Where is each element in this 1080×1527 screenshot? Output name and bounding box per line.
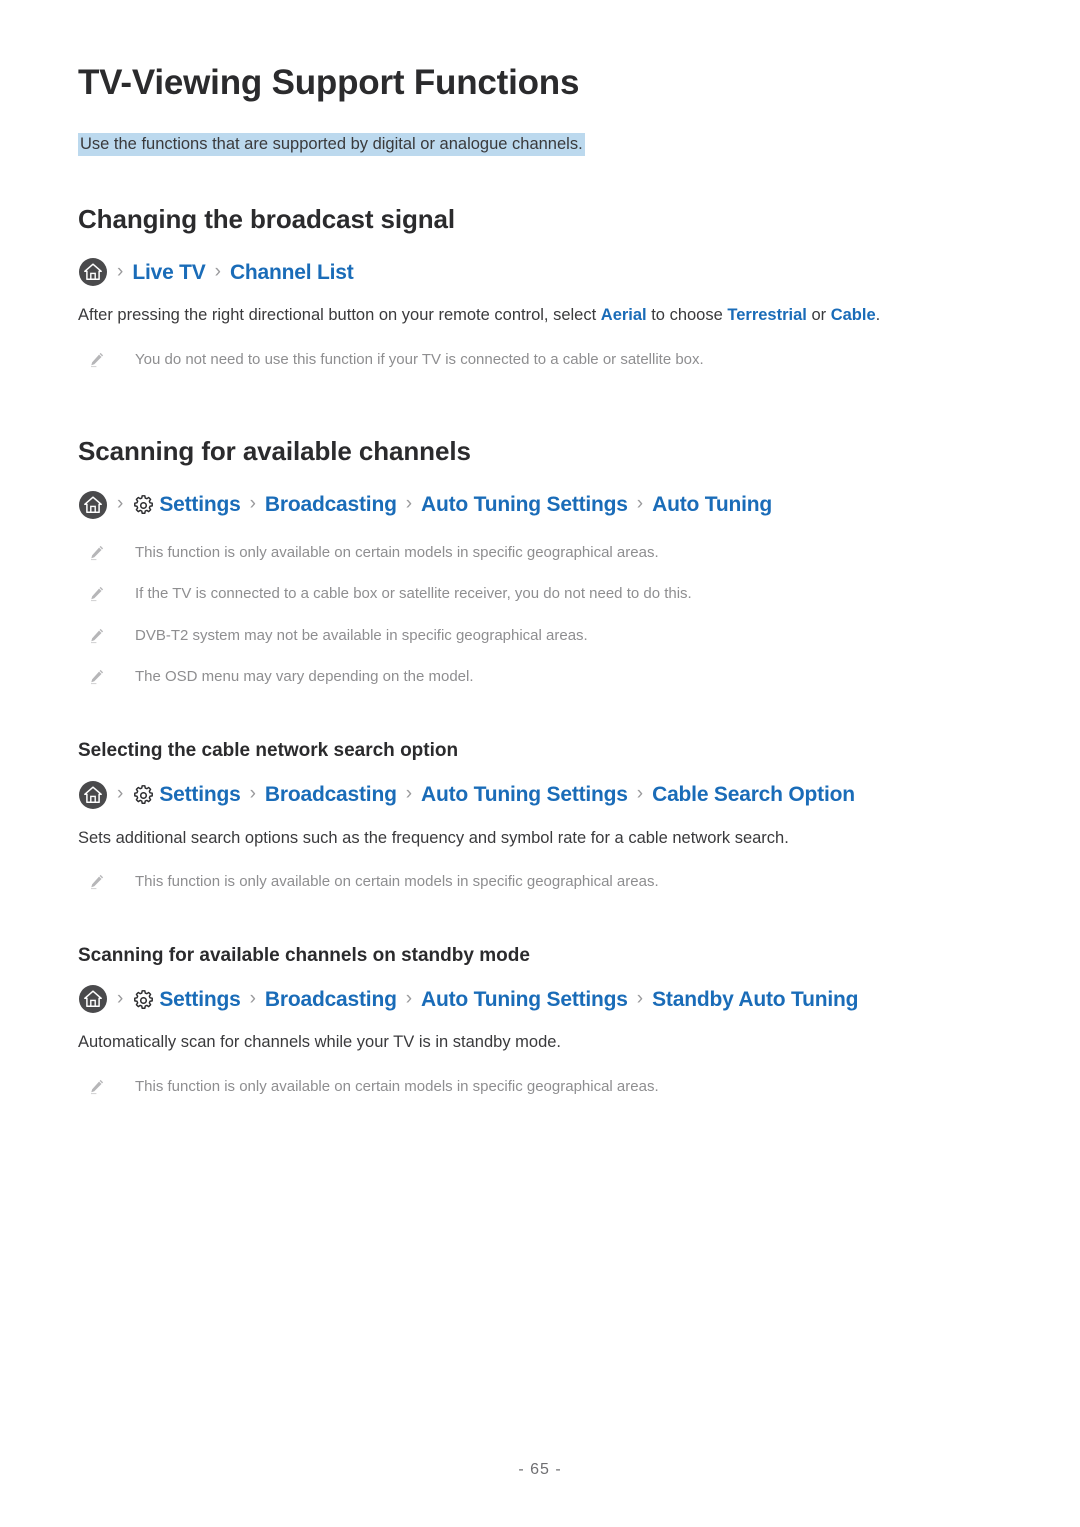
- document-page: TV-Viewing Support Functions Use the fun…: [0, 0, 1080, 1527]
- gear-icon: [132, 784, 155, 807]
- subsection-standby-mode-scanning: Scanning for available channels on stand…: [78, 944, 1002, 1105]
- pencil-icon: [88, 668, 105, 685]
- breadcrumb-separator: ›: [249, 987, 256, 1009]
- note-text: The OSD menu may vary depending on the m…: [135, 668, 474, 686]
- breadcrumb-separator: ›: [249, 783, 256, 805]
- breadcrumb-label-settings[interactable]: Settings: [159, 989, 240, 1010]
- list-item: This function is only available on certa…: [78, 865, 1002, 900]
- section-heading: Scanning for available channels: [78, 436, 471, 467]
- breadcrumb-item-auto-tuning[interactable]: Auto Tuning: [652, 494, 772, 515]
- list-item: The OSD menu may vary depending on the m…: [78, 660, 1002, 695]
- breadcrumb-item-broadcasting[interactable]: Broadcasting: [265, 989, 397, 1010]
- lead-paragraph: Use the functions that are supported by …: [78, 133, 585, 156]
- paragraph-text-part: or: [806, 306, 831, 325]
- list-item: This function is only available on certa…: [78, 536, 1002, 571]
- list-item: This function is only available on certa…: [78, 1070, 1002, 1105]
- home-icon[interactable]: [78, 257, 108, 287]
- inline-link-aerial[interactable]: Aerial: [601, 306, 647, 324]
- lead-paragraph-wrapper: Use the functions that are supported by …: [78, 130, 1002, 159]
- home-icon[interactable]: [78, 490, 108, 520]
- note-list: You do not need to use this function if …: [78, 343, 1002, 378]
- breadcrumb[interactable]: › Settings › Broadcasting › Auto Tuning …: [78, 490, 1002, 520]
- breadcrumb-separator: ›: [636, 783, 644, 805]
- section-heading: Changing the broadcast signal: [78, 203, 456, 234]
- page-number: - 65 -: [518, 1461, 562, 1478]
- pencil-icon: [88, 351, 105, 368]
- breadcrumb[interactable]: › Live TV › Channel List: [78, 257, 1002, 287]
- breadcrumb-item-auto-tuning-settings[interactable]: Auto Tuning Settings: [421, 784, 628, 805]
- breadcrumb-item-cable-search-option[interactable]: Cable Search Option: [652, 784, 855, 805]
- pencil-icon: [88, 627, 105, 644]
- breadcrumb-separator: ›: [405, 493, 413, 515]
- inline-link-terrestrial[interactable]: Terrestrial: [727, 306, 807, 324]
- pencil-icon: [88, 544, 105, 561]
- section-changing-broadcast-signal: Changing the broadcast signal › Live TV …: [78, 203, 1002, 378]
- note-text: You do not need to use this function if …: [135, 350, 704, 368]
- section-paragraph: After pressing the right directional but…: [78, 303, 1002, 329]
- subsection-heading: Scanning for available channels on stand…: [78, 944, 530, 966]
- breadcrumb-label-settings[interactable]: Settings: [159, 494, 240, 515]
- note-text: This function is only available on certa…: [135, 1077, 659, 1095]
- breadcrumb-separator: ›: [636, 493, 644, 515]
- gear-icon: [132, 494, 155, 517]
- list-item: If the TV is connected to a cable box or…: [78, 577, 1002, 612]
- paragraph-text-part: to choose: [646, 306, 728, 325]
- breadcrumb-item-auto-tuning-settings[interactable]: Auto Tuning Settings: [421, 989, 628, 1010]
- paragraph-text-part: After pressing the right directional but…: [78, 306, 601, 325]
- note-list: This function is only available on certa…: [78, 536, 1002, 695]
- note-text: If the TV is connected to a cable box or…: [135, 585, 692, 603]
- note-list: This function is only available on certa…: [78, 865, 1002, 900]
- breadcrumb-separator: ›: [117, 987, 124, 1009]
- note-text: This function is only available on certa…: [135, 543, 659, 561]
- note-list: This function is only available on certa…: [78, 1070, 1002, 1105]
- breadcrumb-item-settings[interactable]: Settings: [132, 493, 241, 517]
- list-item: You do not need to use this function if …: [78, 343, 1002, 378]
- breadcrumb-item-channel-list[interactable]: Channel List: [230, 262, 354, 283]
- subsection-paragraph: Sets additional search options such as t…: [78, 828, 789, 847]
- breadcrumb-item-settings[interactable]: Settings: [132, 783, 241, 807]
- pencil-icon: [88, 585, 105, 602]
- breadcrumb[interactable]: › Settings › Broadcasting › Auto Tuning …: [78, 984, 1002, 1014]
- section-scanning-available-channels: Scanning for available channels › Settin…: [78, 435, 1002, 695]
- breadcrumb-separator: ›: [249, 493, 256, 515]
- note-text: This function is only available on certa…: [135, 873, 659, 891]
- pencil-icon: [88, 1078, 105, 1095]
- breadcrumb-item-standby-auto-tuning[interactable]: Standby Auto Tuning: [652, 989, 858, 1010]
- list-item: DVB-T2 system may not be available in sp…: [78, 619, 1002, 654]
- breadcrumb-item-broadcasting[interactable]: Broadcasting: [265, 494, 397, 515]
- gear-icon: [132, 989, 155, 1012]
- home-icon[interactable]: [78, 984, 108, 1014]
- inline-link-cable[interactable]: Cable: [831, 306, 876, 324]
- subsection-paragraph: Automatically scan for channels while yo…: [78, 1033, 562, 1052]
- breadcrumb[interactable]: › Settings › Broadcasting › Auto Tuning …: [78, 780, 1002, 810]
- breadcrumb-item-live-tv[interactable]: Live TV: [132, 262, 205, 283]
- paragraph-text-part: .: [875, 306, 881, 325]
- breadcrumb-label-settings[interactable]: Settings: [159, 784, 240, 805]
- page-title: TV-Viewing Support Functions: [78, 63, 580, 102]
- breadcrumb-item-auto-tuning-settings[interactable]: Auto Tuning Settings: [421, 494, 628, 515]
- breadcrumb-separator: ›: [636, 987, 644, 1009]
- breadcrumb-separator: ›: [117, 260, 124, 282]
- breadcrumb-item-broadcasting[interactable]: Broadcasting: [265, 784, 397, 805]
- breadcrumb-item-settings[interactable]: Settings: [132, 988, 241, 1012]
- breadcrumb-separator: ›: [405, 783, 413, 805]
- breadcrumb-separator: ›: [405, 987, 413, 1009]
- breadcrumb-separator: ›: [214, 260, 221, 282]
- subsection-heading: Selecting the cable network search optio…: [78, 739, 459, 761]
- subsection-cable-network-search-option: Selecting the cable network search optio…: [78, 739, 1002, 900]
- pencil-icon: [88, 873, 105, 890]
- note-text: DVB-T2 system may not be available in sp…: [135, 626, 588, 644]
- breadcrumb-separator: ›: [117, 493, 124, 515]
- home-icon[interactable]: [78, 780, 108, 810]
- breadcrumb-separator: ›: [117, 783, 124, 805]
